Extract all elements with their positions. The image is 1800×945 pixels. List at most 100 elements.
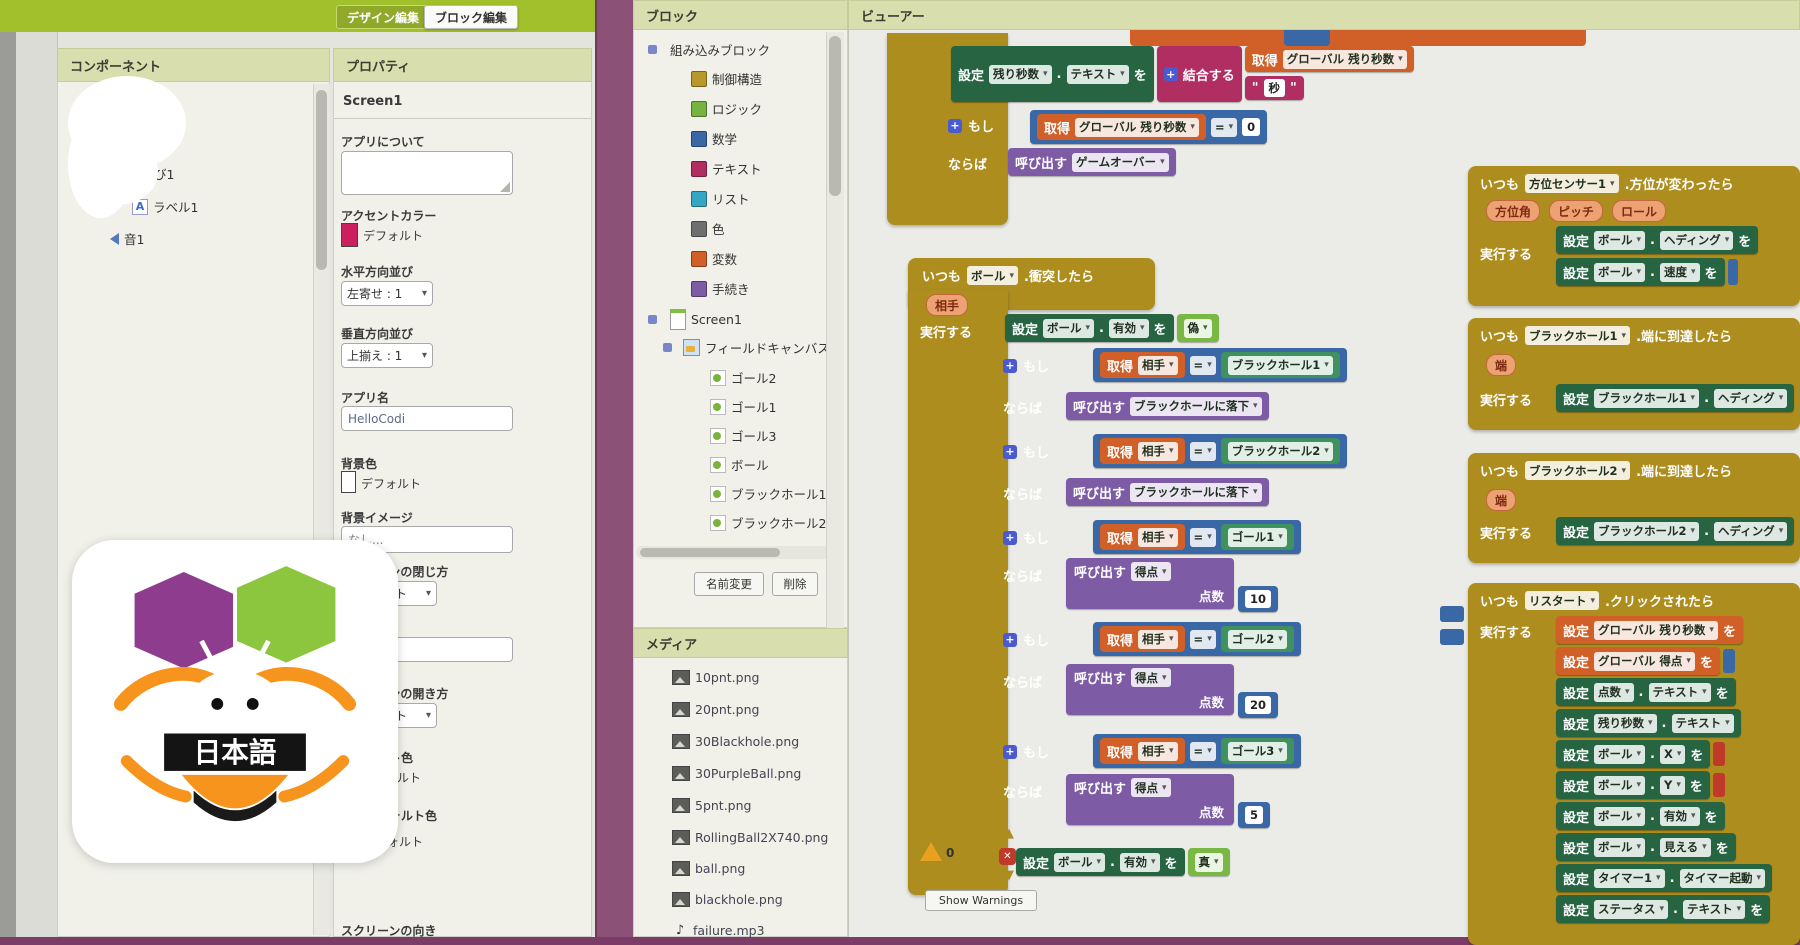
collide-event-title[interactable]: いつも ボール .衝突したら bbox=[922, 266, 1094, 285]
mutator-icon[interactable] bbox=[1164, 67, 1178, 81]
event-param-chip[interactable]: 相手 bbox=[926, 294, 968, 316]
component-dropdown[interactable]: 方位センサー1 bbox=[1525, 174, 1619, 193]
component-dropdown[interactable]: ゴール2 bbox=[1228, 630, 1287, 649]
restart-event-title[interactable]: いつも リスタート .クリックされたら bbox=[1480, 591, 1714, 610]
event-param-chip[interactable]: ロール bbox=[1612, 200, 1666, 222]
edge2-event-title[interactable]: いつも ブラックホール2 .端に到達したら bbox=[1480, 461, 1732, 480]
call-block[interactable]: 呼び出す ブラックホールに落下 bbox=[1066, 478, 1269, 506]
operator-dropdown[interactable]: = bbox=[1190, 630, 1216, 649]
component-dropdown[interactable]: ボール bbox=[1594, 263, 1645, 282]
prop-accent-value[interactable]: デフォルト bbox=[363, 227, 423, 244]
procedure-dropdown[interactable]: ブラックホールに落下 bbox=[1130, 483, 1262, 502]
property-dropdown[interactable]: 有効 bbox=[1660, 807, 1700, 826]
set-ball-enabled-row[interactable]: 設定 ボール . 有効 を 真 bbox=[1016, 848, 1230, 876]
global-var-dropdown[interactable]: グローバル 残り秒数 bbox=[1283, 50, 1407, 69]
get-param-block[interactable]: 取得 相手 bbox=[1100, 626, 1185, 652]
component-ref-block[interactable]: ゴール3 bbox=[1221, 738, 1294, 764]
delete-button[interactable]: 削除 bbox=[772, 572, 818, 596]
number-literal[interactable]: 5 bbox=[1245, 806, 1263, 824]
event-param-chip[interactable]: ピッチ bbox=[1549, 200, 1603, 222]
hscrollbar-thumb[interactable] bbox=[640, 548, 780, 557]
event-param-chip[interactable]: 端 bbox=[1486, 354, 1516, 376]
number-literal[interactable]: 20 bbox=[1245, 696, 1271, 714]
set-block[interactable]: 設定 ボール . 速度 を bbox=[1556, 258, 1725, 286]
if-condition-row[interactable]: 取得 相手 = ゴール3 bbox=[1093, 734, 1301, 768]
get-global-block[interactable]: 取得 グローバル 残り秒数 bbox=[1245, 46, 1414, 72]
partial-orange-block[interactable] bbox=[1130, 30, 1586, 46]
set-block[interactable]: 設定 ボール . 有効 を bbox=[1005, 314, 1174, 342]
nav-down-arrow-icon[interactable]: ▼ bbox=[933, 864, 943, 879]
component-dropdown[interactable]: ボール bbox=[1594, 776, 1645, 795]
show-warnings-button[interactable]: Show Warnings bbox=[925, 890, 1037, 911]
appname-input[interactable]: HelloCodi bbox=[341, 406, 513, 431]
procedure-dropdown[interactable]: 得点 bbox=[1131, 778, 1171, 797]
param-dropdown[interactable]: 相手 bbox=[1138, 630, 1178, 649]
component-ref-block[interactable]: ゴール1 bbox=[1221, 524, 1294, 550]
vscrollbar-thumb[interactable] bbox=[829, 36, 841, 196]
get-param-block[interactable]: 取得 相手 bbox=[1100, 438, 1185, 464]
sprite-node[interactable]: ボール bbox=[710, 455, 769, 474]
component-dropdown[interactable]: ステータス bbox=[1594, 900, 1668, 919]
mutator-icon[interactable] bbox=[1003, 745, 1017, 759]
tree-toggle-icon[interactable] bbox=[648, 45, 657, 54]
logic-dropdown[interactable]: 偽 bbox=[1184, 319, 1212, 338]
sprite-node[interactable]: ブラックホール2 bbox=[710, 513, 826, 532]
set-block[interactable]: 設定 ブラックホール2 . ヘディング bbox=[1556, 517, 1794, 545]
media-file[interactable]: 20pnt.png bbox=[672, 702, 759, 717]
equals-block[interactable]: 取得 グローバル 残り秒数 = 0 bbox=[1030, 110, 1267, 144]
param-dropdown[interactable]: 相手 bbox=[1138, 356, 1178, 375]
collide-event-spine[interactable] bbox=[908, 290, 1008, 895]
set-block[interactable]: 設定 点数 . テキスト を bbox=[1556, 678, 1736, 706]
prop-bgcolor-value[interactable]: デフォルト bbox=[361, 475, 421, 492]
components-scrollbar-thumb[interactable] bbox=[316, 90, 327, 270]
global-var-dropdown[interactable]: グローバル 残り秒数 bbox=[1594, 621, 1718, 640]
set-prop-row[interactable]: 設定 ボール . 有効 を bbox=[1556, 802, 1725, 830]
nav-up-arrow-icon[interactable]: ▲ bbox=[1004, 826, 1014, 841]
partial-blue-block[interactable] bbox=[1728, 259, 1738, 285]
component-dropdown[interactable]: リスタート bbox=[1525, 591, 1599, 610]
blocks-category-text[interactable]: テキスト bbox=[691, 159, 762, 178]
component-dropdown[interactable]: ボール bbox=[1594, 231, 1645, 250]
number-literal[interactable]: 10 bbox=[1245, 590, 1271, 608]
property-dropdown[interactable]: テキスト bbox=[1683, 900, 1745, 919]
halign-dropdown[interactable]: 左寄せ : 1 bbox=[341, 281, 433, 306]
property-dropdown[interactable]: ヘディング bbox=[1714, 389, 1787, 408]
set-global-row[interactable]: 設定 グローバル 得点 を bbox=[1556, 647, 1735, 675]
call-score-block[interactable]: 呼び出す 得点 点数 bbox=[1066, 774, 1234, 825]
mutator-icon[interactable] bbox=[1003, 359, 1017, 373]
equals-block[interactable]: 取得 相手 = ゴール1 bbox=[1093, 520, 1301, 554]
property-dropdown[interactable]: テキスト bbox=[1672, 714, 1734, 733]
operator-dropdown[interactable]: = bbox=[1190, 528, 1216, 547]
partial-blue-block[interactable] bbox=[1723, 649, 1735, 673]
component-dropdown[interactable]: 点数 bbox=[1594, 683, 1634, 702]
get-param-block[interactable]: 取得 相手 bbox=[1100, 352, 1185, 378]
procedure-dropdown[interactable]: ゲームオーバー bbox=[1072, 153, 1169, 172]
set-global-row[interactable]: 設定 グローバル 残り秒数 を bbox=[1556, 616, 1743, 644]
set-label-text-row[interactable]: 設定 残り秒数 . テキスト を 結合する 取得 グローバル 残り秒数 " 秒 … bbox=[951, 46, 1414, 102]
equals-block[interactable]: 取得 相手 = ゴール3 bbox=[1093, 734, 1301, 768]
partial-blue-block[interactable] bbox=[1440, 629, 1464, 645]
about-textarea[interactable] bbox=[341, 151, 513, 195]
component-ref-block[interactable]: ブラックホール2 bbox=[1221, 438, 1340, 464]
media-file[interactable]: 10pnt.png bbox=[672, 670, 759, 685]
component-dropdown[interactable]: ボール bbox=[1043, 319, 1094, 338]
arg-value-row[interactable]: 20 bbox=[1238, 692, 1278, 718]
number-block[interactable]: 10 bbox=[1238, 586, 1278, 612]
canvas-node[interactable]: フィールドキャンバス bbox=[663, 338, 830, 357]
media-file[interactable]: RollingBall2X740.png bbox=[672, 830, 828, 845]
equals-block[interactable]: 取得 相手 = ブラックホール2 bbox=[1093, 434, 1347, 468]
property-dropdown[interactable]: 有効 bbox=[1109, 319, 1149, 338]
operator-dropdown[interactable]: = bbox=[1190, 742, 1216, 761]
component-dropdown[interactable]: ブラックホール1 bbox=[1525, 326, 1630, 345]
set-prop-row[interactable]: 設定 ボール . 見える を bbox=[1556, 833, 1736, 861]
procedure-dropdown[interactable]: 得点 bbox=[1131, 668, 1171, 687]
warning-triangle-icon[interactable] bbox=[920, 842, 942, 861]
rename-button[interactable]: 名前変更 bbox=[694, 572, 764, 596]
logic-dropdown[interactable]: 真 bbox=[1195, 853, 1223, 872]
component-dropdown[interactable]: 残り秒数 bbox=[1594, 714, 1657, 733]
logic-false-block[interactable]: 偽 bbox=[1177, 314, 1219, 342]
blocks-category-logic[interactable]: ロジック bbox=[691, 99, 762, 118]
set-prop-row[interactable]: 設定 ボール . Y を bbox=[1556, 771, 1725, 799]
component-dropdown[interactable]: ボール bbox=[1594, 745, 1645, 764]
set-block[interactable]: 設定 ボール . 見える を bbox=[1556, 833, 1736, 861]
